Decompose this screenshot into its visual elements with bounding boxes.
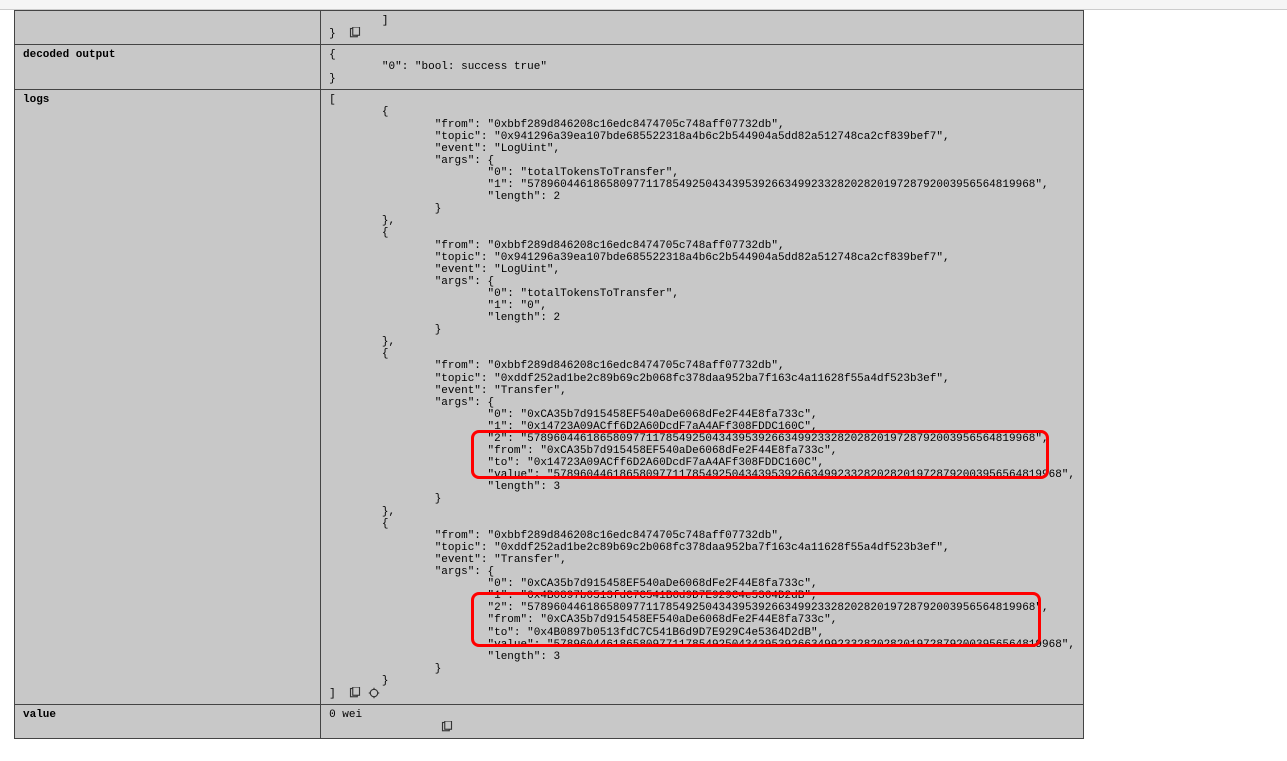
label-blank bbox=[15, 11, 321, 45]
copy-icon[interactable] bbox=[349, 687, 361, 699]
label-logs: logs bbox=[15, 90, 321, 705]
cell-top-fragment: ] } bbox=[321, 11, 1084, 45]
cell-value: 0 wei bbox=[321, 704, 1084, 738]
logs-text: [ { "from": "0xbbf289d846208c16edc847470… bbox=[329, 94, 1075, 700]
cell-logs: [ { "from": "0xbbf289d846208c16edc847470… bbox=[321, 90, 1084, 705]
copy-icon[interactable] bbox=[441, 721, 453, 733]
debug-icon[interactable] bbox=[368, 687, 380, 699]
label-value: value bbox=[15, 704, 321, 738]
top-toolbar bbox=[0, 0, 1287, 10]
copy-icon[interactable] bbox=[349, 27, 361, 39]
transaction-detail-table: ] } decoded output { "0": "bool: success… bbox=[14, 10, 1084, 739]
value-text: 0 wei bbox=[329, 709, 435, 734]
cell-decoded-output: { "0": "bool: success true" } bbox=[321, 45, 1084, 90]
label-decoded-output: decoded output bbox=[15, 45, 321, 90]
